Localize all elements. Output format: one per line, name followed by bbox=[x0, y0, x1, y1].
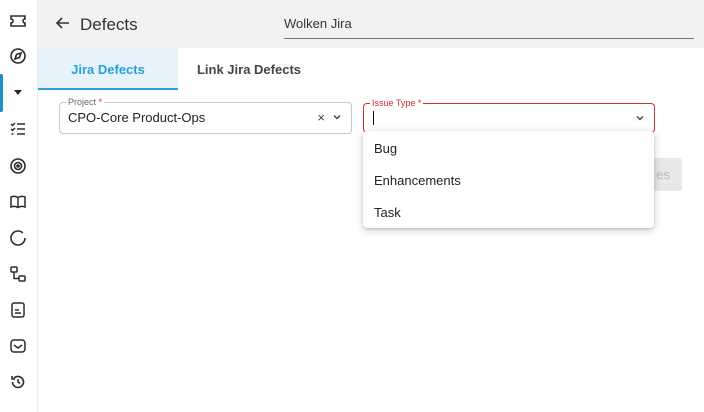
tab-bar: Jira Defects Link Jira Defects bbox=[38, 48, 704, 90]
chevron-down-icon[interactable] bbox=[635, 113, 645, 123]
project-label: Project * bbox=[66, 96, 105, 108]
hierarchy-icon[interactable] bbox=[6, 262, 30, 286]
circle-icon[interactable] bbox=[6, 226, 30, 250]
text-cursor bbox=[373, 111, 374, 125]
inbox-icon[interactable] bbox=[6, 334, 30, 358]
compass-icon[interactable] bbox=[6, 44, 30, 68]
chevron-down-icon[interactable] bbox=[332, 112, 342, 122]
option-bug[interactable]: Bug bbox=[363, 132, 654, 164]
issue-type-label: Issue Type * bbox=[370, 97, 424, 109]
sidebar bbox=[0, 0, 38, 412]
ticket-icon[interactable] bbox=[6, 9, 30, 33]
back-arrow-icon[interactable] bbox=[52, 12, 74, 34]
sidebar-active-indicator bbox=[0, 74, 3, 112]
clear-icon[interactable]: × bbox=[317, 110, 325, 125]
issue-type-select[interactable]: Issue Type * bbox=[363, 97, 655, 133]
target-icon[interactable] bbox=[6, 154, 30, 178]
history-icon[interactable] bbox=[6, 370, 30, 394]
option-enhancements[interactable]: Enhancements bbox=[363, 164, 654, 196]
document-icon[interactable] bbox=[6, 298, 30, 322]
tab-link-jira-defects[interactable]: Link Jira Defects bbox=[184, 48, 314, 90]
option-task[interactable]: Task bbox=[363, 196, 654, 228]
tab-jira-defects[interactable]: Jira Defects bbox=[38, 48, 178, 90]
issue-type-dropdown: Bug Enhancements Task bbox=[363, 131, 654, 228]
checklist-icon[interactable] bbox=[6, 117, 30, 141]
caret-down-icon[interactable] bbox=[6, 80, 30, 104]
app-name-field[interactable]: Wolken Jira bbox=[284, 16, 694, 39]
page-title: Defects bbox=[80, 15, 138, 34]
project-select[interactable]: Project * CPO-Core Product-Ops × bbox=[59, 96, 352, 134]
project-value: CPO-Core Product-Ops bbox=[68, 110, 206, 125]
book-icon[interactable] bbox=[6, 190, 30, 214]
page-header: Defects Wolken Jira bbox=[38, 0, 704, 48]
action-button-label: es bbox=[656, 167, 670, 182]
